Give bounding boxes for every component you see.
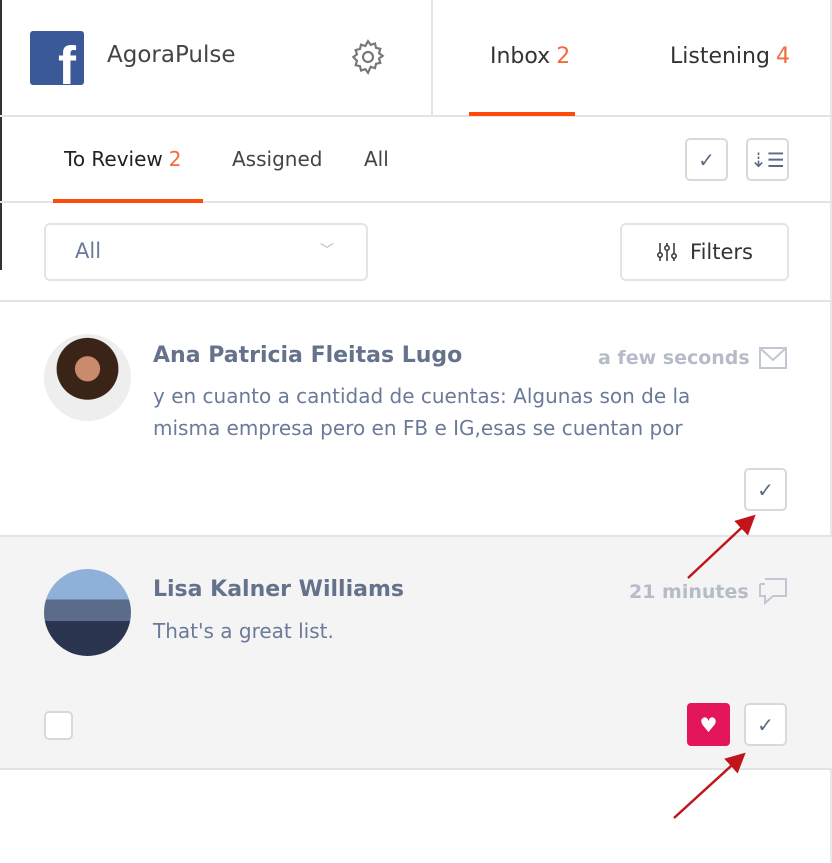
- arrow-icon: [687, 514, 756, 579]
- annotation-arrows: [673, 514, 756, 819]
- arrow-icon: [673, 752, 746, 819]
